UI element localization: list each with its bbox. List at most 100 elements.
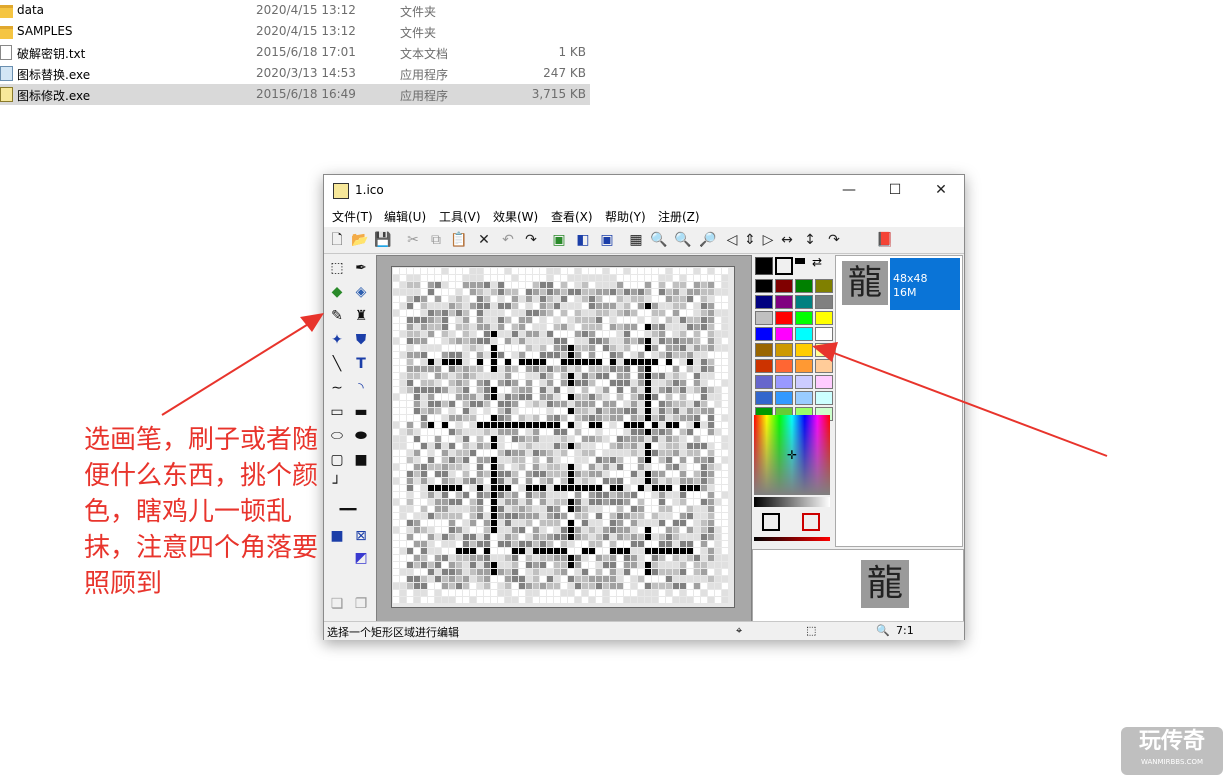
pixel-cell[interactable]: [680, 296, 686, 302]
pixel-cell[interactable]: [540, 443, 546, 449]
pixel-cell[interactable]: [575, 373, 581, 379]
pixel-cell[interactable]: [540, 282, 546, 288]
pixel-cell[interactable]: [610, 443, 616, 449]
pixel-cell[interactable]: [708, 457, 714, 463]
pixel-cell[interactable]: [582, 590, 588, 596]
pixel-cell[interactable]: [435, 471, 441, 477]
pixel-cell[interactable]: [575, 450, 581, 456]
pixel-cell[interactable]: [470, 366, 476, 372]
pixel-cell[interactable]: [631, 324, 637, 330]
pixel-cell[interactable]: [477, 394, 483, 400]
pixel-cell[interactable]: [435, 576, 441, 582]
pixel-cell[interactable]: [414, 289, 420, 295]
pixel-cell[interactable]: [582, 450, 588, 456]
pixel-cell[interactable]: [575, 506, 581, 512]
pixel-cell[interactable]: [652, 310, 658, 316]
pixel-cell[interactable]: [393, 520, 399, 526]
pixel-cell[interactable]: [687, 387, 693, 393]
pixel-cell[interactable]: [694, 401, 700, 407]
pixel-cell[interactable]: [610, 436, 616, 442]
pixel-cell[interactable]: [596, 450, 602, 456]
pixel-cell[interactable]: [519, 359, 525, 365]
pixel-cell[interactable]: [638, 422, 644, 428]
pixel-cell[interactable]: [547, 310, 553, 316]
pixel-cell[interactable]: [568, 520, 574, 526]
pixel-cell[interactable]: [680, 555, 686, 561]
pixel-cell[interactable]: [561, 520, 567, 526]
pixel-cell[interactable]: [547, 331, 553, 337]
pixel-cell[interactable]: [715, 394, 721, 400]
pixel-cell[interactable]: [645, 317, 651, 323]
pixel-cell[interactable]: [491, 450, 497, 456]
pixel-cell[interactable]: [421, 548, 427, 554]
pixel-cell[interactable]: [407, 457, 413, 463]
pixel-cell[interactable]: [582, 394, 588, 400]
pixel-cell[interactable]: [505, 401, 511, 407]
pixel-cell[interactable]: [568, 583, 574, 589]
pixel-cell[interactable]: [533, 527, 539, 533]
pixel-cell[interactable]: [400, 485, 406, 491]
pixel-cell[interactable]: [652, 555, 658, 561]
pixel-cell[interactable]: [645, 352, 651, 358]
pixel-cell[interactable]: [533, 436, 539, 442]
pixel-cell[interactable]: [652, 387, 658, 393]
pixel-cell[interactable]: [428, 513, 434, 519]
pixel-cell[interactable]: [582, 464, 588, 470]
pixel-cell[interactable]: [659, 436, 665, 442]
gradient-icon[interactable]: ◩: [350, 547, 372, 569]
pixel-cell[interactable]: [470, 289, 476, 295]
pixel-cell[interactable]: [708, 282, 714, 288]
pixel-cell[interactable]: [596, 513, 602, 519]
pixel-cell[interactable]: [512, 506, 518, 512]
pixel-cell[interactable]: [505, 506, 511, 512]
pixel-cell[interactable]: [526, 282, 532, 288]
pixel-cell[interactable]: [645, 373, 651, 379]
pixel-cell[interactable]: [498, 541, 504, 547]
pixel-cell[interactable]: [617, 303, 623, 309]
pixel-cell[interactable]: [449, 394, 455, 400]
pixel-cell[interactable]: [491, 492, 497, 498]
pixel-cell[interactable]: [456, 317, 462, 323]
pixel-cell[interactable]: [400, 289, 406, 295]
pixel-cell[interactable]: [491, 296, 497, 302]
pixel-cell[interactable]: [680, 450, 686, 456]
pixel-cell[interactable]: [687, 289, 693, 295]
pixel-cell[interactable]: [568, 324, 574, 330]
pixel-cell[interactable]: [715, 583, 721, 589]
color-swatch[interactable]: [775, 311, 793, 325]
pixel-cell[interactable]: [603, 590, 609, 596]
pixel-cell[interactable]: [680, 534, 686, 540]
pixel-cell[interactable]: [659, 324, 665, 330]
pixel-cell[interactable]: [687, 268, 693, 274]
pixel-cell[interactable]: [421, 352, 427, 358]
pixel-cell[interactable]: [435, 387, 441, 393]
pixel-cell[interactable]: [442, 380, 448, 386]
pixel-cell[interactable]: [603, 422, 609, 428]
pixel-cell[interactable]: [526, 296, 532, 302]
pixel-cell[interactable]: [645, 590, 651, 596]
pixel-cell[interactable]: [652, 359, 658, 365]
pixel-cell[interactable]: [589, 401, 595, 407]
pixel-cell[interactable]: [484, 268, 490, 274]
pixel-cell[interactable]: [645, 387, 651, 393]
pixel-cell[interactable]: [652, 576, 658, 582]
pixel-cell[interactable]: [582, 527, 588, 533]
pixel-cell[interactable]: [512, 436, 518, 442]
pixel-cell[interactable]: [505, 415, 511, 421]
pixel-cell[interactable]: [624, 471, 630, 477]
pixel-cell[interactable]: [407, 408, 413, 414]
pixel-cell[interactable]: [484, 289, 490, 295]
pixel-cell[interactable]: [463, 450, 469, 456]
pixel-cell[interactable]: [400, 590, 406, 596]
pixel-cell[interactable]: [540, 303, 546, 309]
pixel-cell[interactable]: [400, 443, 406, 449]
pixel-cell[interactable]: [407, 359, 413, 365]
pixel-cell[interactable]: [463, 555, 469, 561]
pixel-cell[interactable]: [666, 380, 672, 386]
pixel-cell[interactable]: [393, 310, 399, 316]
pixel-cell[interactable]: [589, 373, 595, 379]
pixel-cell[interactable]: [428, 289, 434, 295]
pixel-cell[interactable]: [673, 268, 679, 274]
pixel-cell[interactable]: [470, 422, 476, 428]
pixel-cell[interactable]: [484, 380, 490, 386]
